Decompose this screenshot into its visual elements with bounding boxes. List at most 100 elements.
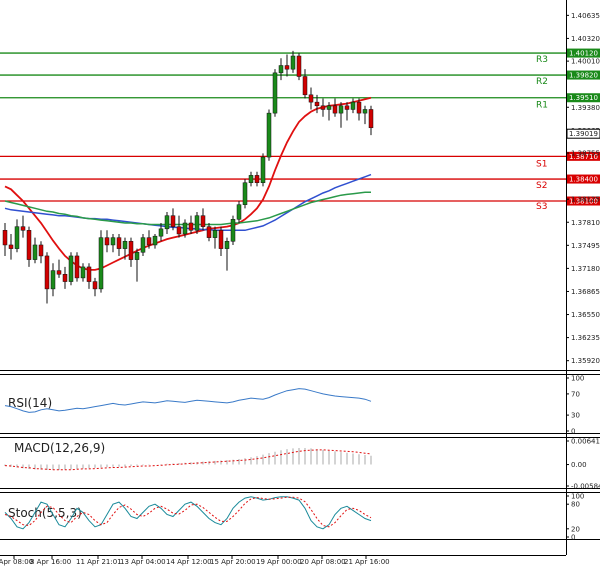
candle-body bbox=[182, 222, 188, 235]
candle-body bbox=[128, 241, 134, 260]
macd-axis: 0.006416 0.00 -0.005846 bbox=[566, 438, 600, 491]
level-name-s2: S2 bbox=[536, 181, 547, 191]
candle-body bbox=[242, 182, 248, 205]
stoch-axis-label: 100 bbox=[571, 493, 584, 501]
price-axis-label: 1.39380 bbox=[571, 104, 600, 112]
rsi-axis-label: 30 bbox=[571, 412, 580, 420]
candle-body bbox=[146, 237, 152, 246]
macd-pane: MACD(12,26,9) bbox=[0, 437, 600, 489]
price-axis-label: 1.36550 bbox=[571, 311, 600, 319]
candle-body bbox=[254, 175, 260, 183]
candle-body bbox=[122, 241, 128, 249]
moving-average-line bbox=[4, 96, 372, 271]
candle-body bbox=[152, 235, 158, 246]
price-axis-label: 1.37180 bbox=[571, 265, 600, 273]
time-axis-ticks: 8 Apr 08:008 Apr 16:00 11 Apr 21:0113 Apr… bbox=[0, 555, 390, 566]
candle-body bbox=[326, 105, 332, 110]
time-axis-label: 21 Apr 16:00 bbox=[344, 558, 390, 566]
candle-body bbox=[32, 244, 38, 260]
price-axis-label: 1.36235 bbox=[571, 334, 600, 342]
level-tag-value: 1.39510 bbox=[569, 94, 598, 102]
candle-body bbox=[362, 109, 368, 114]
candle-body bbox=[74, 255, 80, 279]
candle-body bbox=[212, 230, 218, 238]
price-axis-label: 1.38755 bbox=[571, 150, 600, 158]
candle-body bbox=[188, 222, 194, 231]
stoch-pane: Stoch(5,5,3) bbox=[0, 492, 600, 540]
candle-body bbox=[44, 255, 50, 290]
level-tag-value: 1.38400 bbox=[569, 176, 598, 184]
time-axis-label: 14 Apr 12:00 bbox=[166, 558, 212, 566]
price-axis: 1.406351.403201.400101.393801.390651.387… bbox=[566, 12, 600, 365]
candle-body bbox=[68, 255, 74, 282]
stoch-axis-label: 0 bbox=[571, 534, 575, 542]
level-name-r2: R2 bbox=[536, 77, 548, 87]
candle-body bbox=[260, 156, 266, 183]
time-axis-label: 13 Apr 04:00 bbox=[120, 558, 166, 566]
candle-body bbox=[302, 76, 308, 96]
price-axis-label: 1.40010 bbox=[571, 58, 600, 66]
rsi-axis-label: 100 bbox=[571, 375, 584, 383]
candle-body bbox=[134, 252, 140, 260]
price-axis-label: 1.36865 bbox=[571, 288, 600, 296]
stoch-title: Stoch(5,5,3) bbox=[8, 506, 82, 520]
rsi-series bbox=[4, 388, 372, 413]
candle-body bbox=[80, 266, 86, 279]
candle-body bbox=[344, 105, 350, 110]
price-axis-label: 1.38125 bbox=[571, 196, 600, 204]
rsi-line bbox=[4, 388, 372, 413]
level-name-s1: S1 bbox=[536, 159, 547, 169]
moving-averages bbox=[4, 96, 372, 271]
candle-body bbox=[248, 175, 254, 183]
stoch-axis-label: 80 bbox=[571, 501, 580, 509]
price-axis-label: 1.37495 bbox=[571, 242, 600, 250]
level-name-r3: R3 bbox=[536, 55, 548, 65]
candlesticks bbox=[2, 50, 374, 304]
candle-body bbox=[200, 215, 206, 227]
candle-body bbox=[350, 101, 356, 110]
level-name-r1: R1 bbox=[536, 101, 548, 111]
candle-body bbox=[284, 65, 290, 70]
candle-body bbox=[308, 94, 314, 103]
candle-body bbox=[194, 215, 200, 231]
rsi-axis-label: 0 bbox=[571, 428, 575, 436]
moving-average-line bbox=[4, 173, 372, 232]
level-name-s3: S3 bbox=[536, 202, 547, 212]
candle-body bbox=[2, 230, 8, 246]
macd-axis-label: -0.005846 bbox=[571, 483, 600, 491]
candle-body bbox=[140, 237, 146, 253]
candle-body bbox=[290, 55, 296, 70]
candle-body bbox=[92, 281, 98, 290]
candle-body bbox=[170, 215, 176, 227]
candle-body bbox=[110, 237, 116, 246]
stoch-axis-label: 20 bbox=[571, 525, 580, 533]
candle-body bbox=[104, 237, 110, 246]
candle-body bbox=[164, 215, 170, 230]
candle-body bbox=[38, 244, 44, 257]
candle-body bbox=[176, 226, 182, 235]
macd-axis-label: 0.006416 bbox=[571, 438, 600, 446]
time-axis-label: 11 Apr 21:01 bbox=[76, 558, 122, 566]
candle-body bbox=[332, 105, 338, 114]
candle-body bbox=[26, 230, 32, 260]
candle-body bbox=[266, 112, 272, 158]
rsi-pane: RSI(14) bbox=[0, 374, 600, 434]
candle-body bbox=[272, 72, 278, 114]
stoch-axis: 10080 200 bbox=[566, 493, 584, 542]
level-tag-value: 1.39820 bbox=[569, 72, 598, 80]
candle-body bbox=[14, 226, 20, 249]
candle-body bbox=[8, 244, 14, 249]
price-axis-label: 1.37810 bbox=[571, 219, 600, 227]
time-axis-label: 20 Apr 08:00 bbox=[300, 558, 346, 566]
candle-body bbox=[86, 266, 92, 282]
trading-chart: 1.401201.398201.395101.387101.384001.381… bbox=[0, 0, 600, 566]
rsi-axis: 100 70 30 0 bbox=[566, 375, 584, 436]
candle-body bbox=[218, 230, 224, 249]
candle-body bbox=[56, 270, 62, 275]
time-axis-label: 15 Apr 20:00 bbox=[210, 558, 256, 566]
candle-body bbox=[338, 105, 344, 114]
level-tag-value: 1.40120 bbox=[569, 50, 598, 58]
candle-body bbox=[236, 204, 242, 220]
candle-body bbox=[224, 241, 230, 249]
candle-body bbox=[20, 226, 26, 231]
